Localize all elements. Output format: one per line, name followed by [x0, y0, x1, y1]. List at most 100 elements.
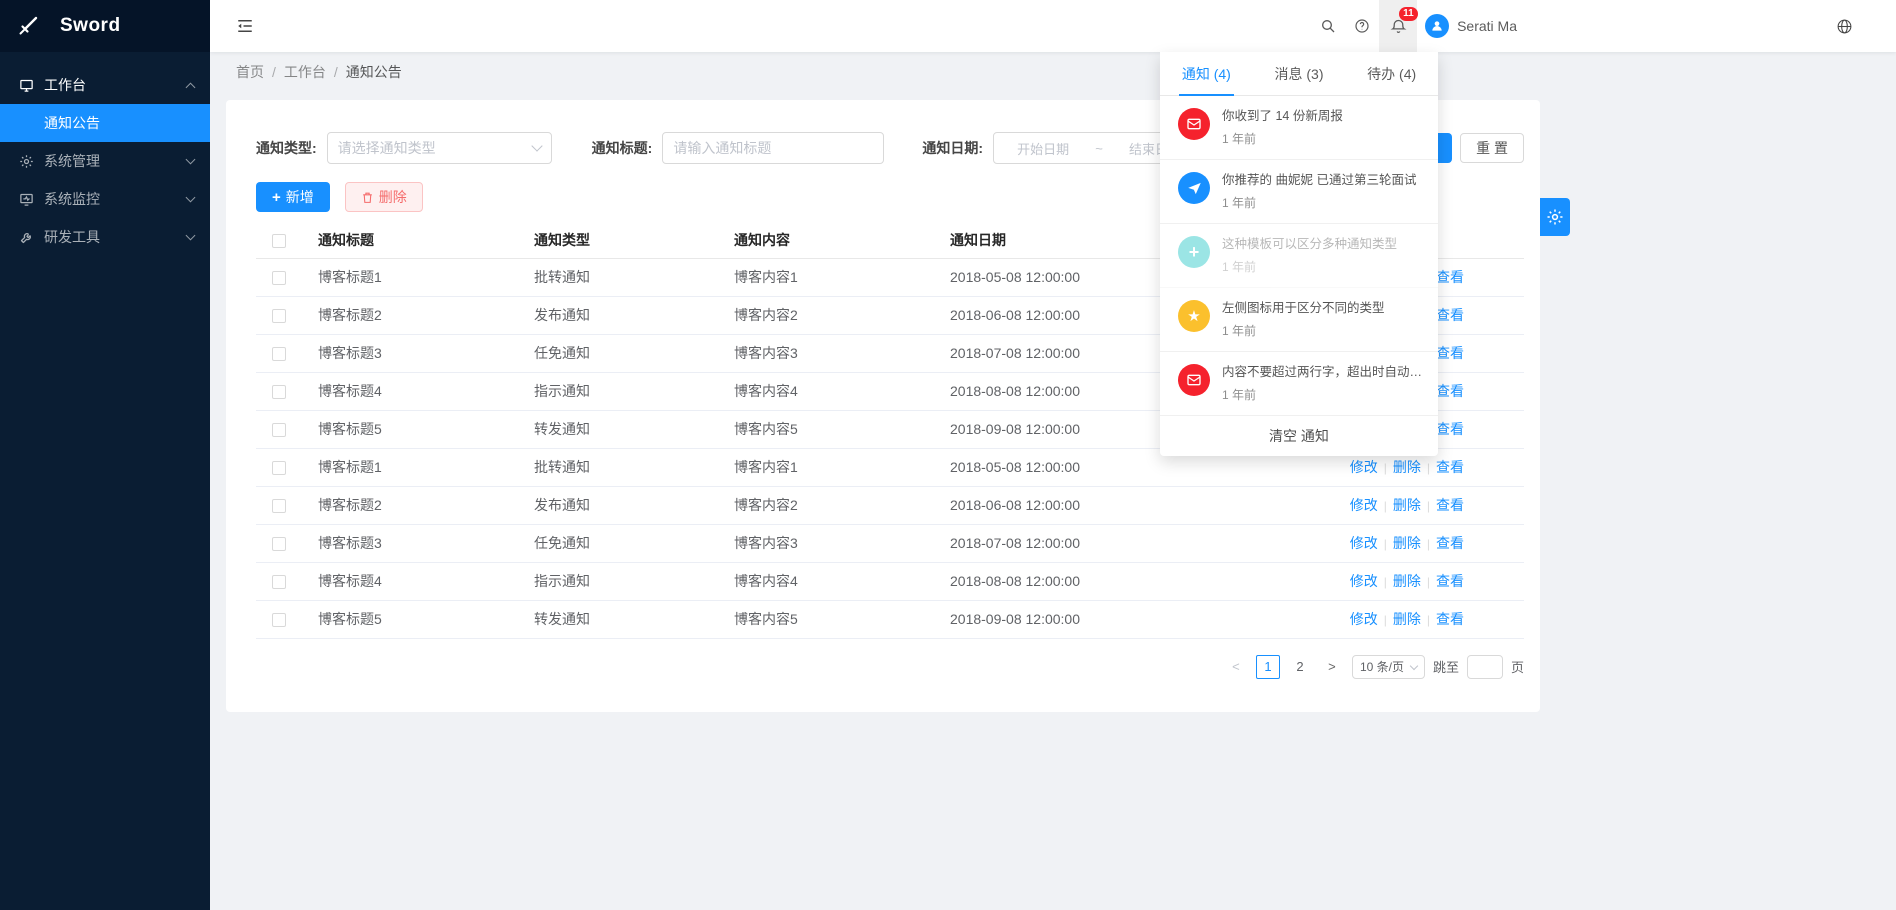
- date-start-placeholder: 开始日期: [1017, 139, 1069, 158]
- main-area: 11 Serati Ma 首页 / 工作台 / 通知公告 通知类型:: [210, 0, 1896, 910]
- filter-title-label: 通知标题:: [592, 138, 653, 158]
- page-size-value: 10 条/页: [1360, 658, 1404, 675]
- sidebar-item-workbench[interactable]: 工作台: [0, 66, 210, 104]
- cell-date: 2018-08-08 12:00:00: [934, 372, 1182, 410]
- cell-type: 批转通知: [518, 258, 718, 296]
- menu-fold-icon[interactable]: [228, 9, 262, 43]
- jump-page-input[interactable]: [1467, 655, 1503, 679]
- view-link[interactable]: 查看: [1436, 611, 1464, 627]
- breadcrumb-workbench[interactable]: 工作台: [284, 62, 326, 82]
- delete-button[interactable]: 删除: [345, 182, 423, 212]
- notice-title-inputbox: [662, 132, 884, 164]
- row-checkbox[interactable]: [272, 347, 286, 361]
- action-separator: |: [1427, 499, 1430, 513]
- delete-link[interactable]: 删除: [1393, 459, 1421, 475]
- sidebar-item-label: 工作台: [44, 75, 187, 95]
- row-checkbox[interactable]: [272, 613, 286, 627]
- cell-title: 博客标题2: [302, 486, 518, 524]
- sidebar-item-system-monitor[interactable]: 系统监控: [0, 180, 210, 218]
- delete-link[interactable]: 删除: [1393, 573, 1421, 589]
- notice-time: 1 年前: [1222, 130, 1428, 147]
- sword-logo-icon: [16, 14, 40, 38]
- notice-item[interactable]: 你推荐的 曲妮妮 已通过第三轮面试 1 年前: [1160, 160, 1438, 224]
- theme-settings-button[interactable]: [1540, 198, 1570, 236]
- cell-content: 博客内容1: [718, 448, 934, 486]
- view-link[interactable]: 查看: [1436, 383, 1464, 399]
- date-separator: ~: [1095, 141, 1103, 156]
- breadcrumb-home[interactable]: 首页: [236, 62, 264, 82]
- row-checkbox[interactable]: [272, 385, 286, 399]
- prev-page-icon[interactable]: <: [1224, 655, 1248, 679]
- view-link[interactable]: 查看: [1436, 535, 1464, 551]
- row-checkbox[interactable]: [272, 423, 286, 437]
- edit-link[interactable]: 修改: [1350, 497, 1378, 513]
- view-link[interactable]: 查看: [1436, 307, 1464, 323]
- action-separator: |: [1384, 613, 1387, 627]
- sidebar-item-dev-tools[interactable]: 研发工具: [0, 218, 210, 256]
- tab-messages[interactable]: 消息 (3): [1253, 52, 1346, 95]
- table-row: 博客标题5 转发通知 博客内容5 2018-09-08 12:00:00 修改|…: [256, 600, 1524, 638]
- notice-item[interactable]: 内容不要超过两行字，超出时自动截断 1 年前: [1160, 352, 1438, 416]
- user-menu[interactable]: Serati Ma: [1425, 14, 1517, 38]
- view-link[interactable]: 查看: [1436, 345, 1464, 361]
- page-1[interactable]: 1: [1256, 655, 1280, 679]
- row-checkbox[interactable]: [272, 461, 286, 475]
- cell-date: 2018-07-08 12:00:00: [934, 334, 1182, 372]
- tab-todos[interactable]: 待办 (4): [1345, 52, 1438, 95]
- delete-link[interactable]: 删除: [1393, 611, 1421, 627]
- reset-button[interactable]: 重 置: [1460, 133, 1524, 163]
- row-checkbox[interactable]: [272, 271, 286, 285]
- search-icon[interactable]: [1311, 0, 1345, 52]
- add-button[interactable]: + 新增: [256, 182, 330, 212]
- sidebar-item-system-mgmt[interactable]: 系统管理: [0, 142, 210, 180]
- cell-title: 博客标题3: [302, 524, 518, 562]
- row-checkbox[interactable]: [272, 537, 286, 551]
- user-name: Serati Ma: [1457, 18, 1517, 34]
- notice-item[interactable]: ★ 左侧图标用于区分不同的类型 1 年前: [1160, 288, 1438, 352]
- view-link[interactable]: 查看: [1436, 573, 1464, 589]
- page-2[interactable]: 2: [1288, 655, 1312, 679]
- globe-icon[interactable]: [1827, 0, 1861, 52]
- app-logo[interactable]: Sword: [0, 0, 210, 52]
- add-button-label: 新增: [286, 187, 314, 207]
- edit-link[interactable]: 修改: [1350, 573, 1378, 589]
- notice-item[interactable]: 你收到了 14 份新周报 1 年前: [1160, 96, 1438, 160]
- action-separator: |: [1427, 461, 1430, 475]
- edit-link[interactable]: 修改: [1350, 459, 1378, 475]
- monitor-icon: [18, 191, 34, 207]
- delete-link[interactable]: 删除: [1393, 535, 1421, 551]
- bell-icon[interactable]: 11: [1379, 0, 1417, 52]
- notice-title: 你推荐的 曲妮妮 已通过第三轮面试: [1222, 172, 1428, 189]
- notice-type-select[interactable]: 请选择通知类型: [327, 132, 552, 164]
- notice-title-input[interactable]: [673, 140, 873, 156]
- clear-notifications-button[interactable]: 清空 通知: [1160, 416, 1438, 456]
- select-all-checkbox[interactable]: [272, 234, 286, 248]
- notice-time: 1 年前: [1222, 322, 1428, 339]
- delete-link[interactable]: 删除: [1393, 497, 1421, 513]
- sidebar: Sword 工作台 通知公告 系统管理: [0, 0, 210, 910]
- view-link[interactable]: 查看: [1436, 459, 1464, 475]
- cell-title: 博客标题5: [302, 410, 518, 448]
- row-checkbox[interactable]: [272, 309, 286, 323]
- help-icon[interactable]: [1345, 0, 1379, 52]
- row-checkbox[interactable]: [272, 575, 286, 589]
- chevron-up-icon: [186, 82, 196, 92]
- edit-link[interactable]: 修改: [1350, 535, 1378, 551]
- edit-link[interactable]: 修改: [1350, 611, 1378, 627]
- breadcrumb-current: 通知公告: [346, 62, 402, 82]
- notice-time: 1 年前: [1222, 194, 1428, 211]
- sidebar-item-notice[interactable]: 通知公告: [0, 104, 210, 142]
- cell-title: 博客标题1: [302, 448, 518, 486]
- plus-icon: +: [1178, 236, 1210, 268]
- view-link[interactable]: 查看: [1436, 269, 1464, 285]
- page-size-select[interactable]: 10 条/页: [1352, 655, 1425, 679]
- view-link[interactable]: 查看: [1436, 421, 1464, 437]
- view-link[interactable]: 查看: [1436, 497, 1464, 513]
- row-checkbox[interactable]: [272, 499, 286, 513]
- chevron-down-icon: [186, 231, 196, 241]
- tab-notifications[interactable]: 通知 (4): [1160, 52, 1253, 95]
- cell-title: 博客标题4: [302, 372, 518, 410]
- notice-item[interactable]: + 这种模板可以区分多种通知类型 1 年前: [1160, 224, 1438, 288]
- notice-title: 左侧图标用于区分不同的类型: [1222, 300, 1428, 317]
- next-page-icon[interactable]: >: [1320, 655, 1344, 679]
